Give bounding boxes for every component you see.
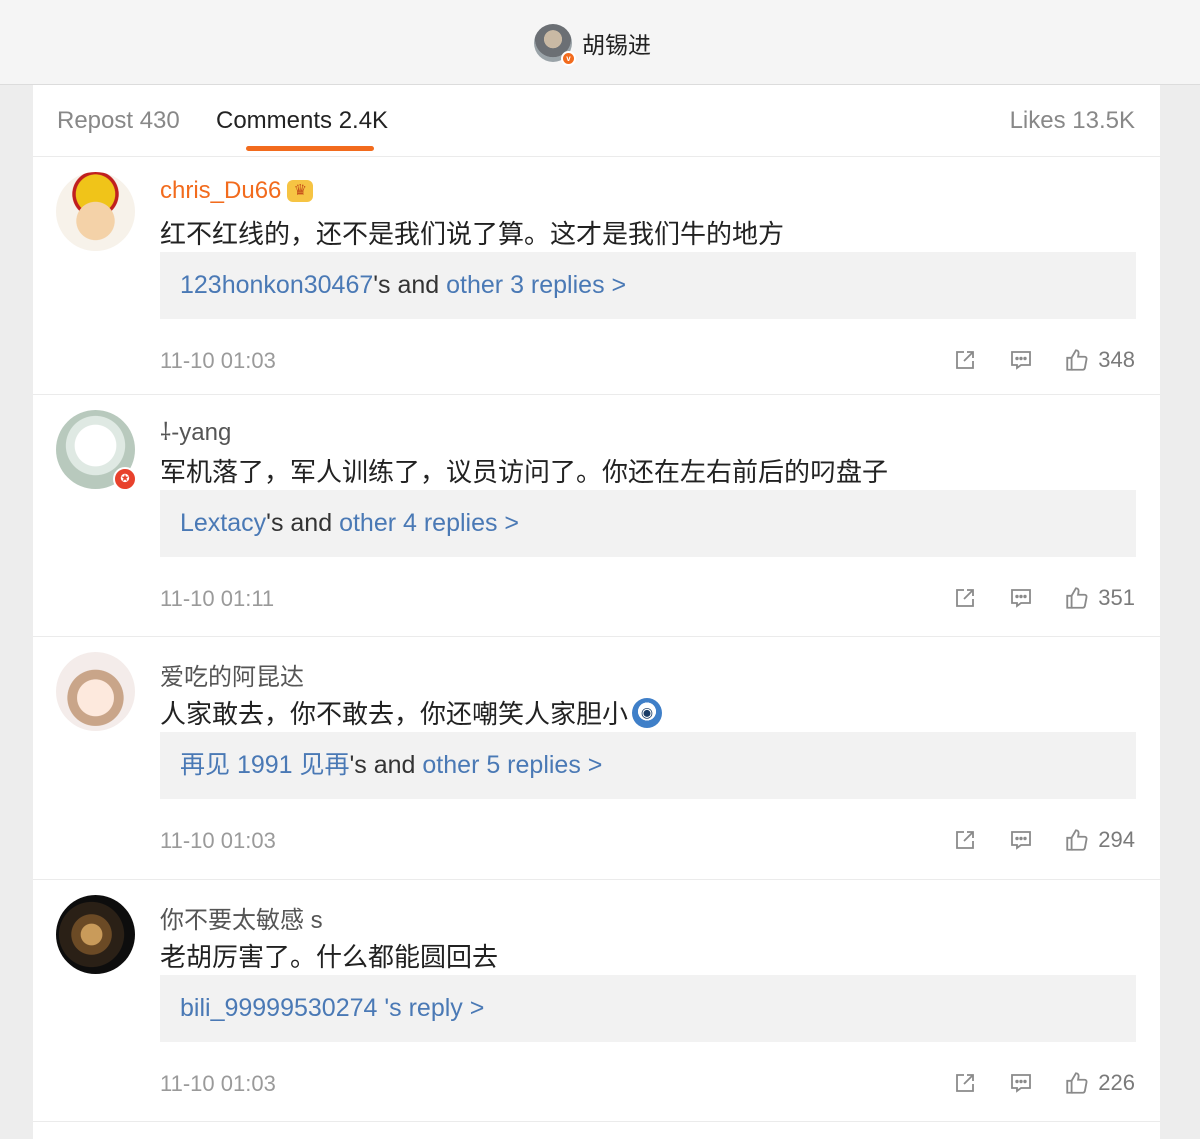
avatar[interactable]	[56, 652, 135, 731]
share-icon[interactable]	[948, 345, 982, 375]
reply-user-link[interactable]: bili_99999530274	[180, 994, 377, 1022]
replies-preview[interactable]: bili_99999530274 's reply >	[160, 975, 1136, 1042]
author-avatar[interactable]: v	[534, 24, 576, 66]
comment-time: 11-10 01:03	[160, 828, 276, 853]
like-count: 348	[1098, 347, 1135, 372]
more-replies-link[interactable]: other 4 replies >	[339, 509, 519, 537]
comment-icon[interactable]	[1004, 1068, 1038, 1098]
reply-user-link[interactable]: 123honkon30467	[180, 271, 373, 299]
reply-connector: 's and	[373, 271, 447, 299]
comment-item: ✪ ⸸-yang 军机落了，军人训练了，议员访问了。你还在左右前后的叼盘子 Le…	[33, 395, 1160, 637]
comment-username[interactable]: ⸸-yang	[160, 415, 231, 448]
replies-preview[interactable]: 再见 1991 见再's and other 5 replies >	[160, 732, 1136, 799]
comment-item: 你不要太敏感 s 老胡厉害了。什么都能圆回去 bili_99999530274 …	[33, 880, 1160, 1122]
thumbs-up-icon[interactable]	[1060, 825, 1094, 855]
comment-username[interactable]: chris_Du66 ♛	[160, 177, 314, 205]
comment-text: 红不红线的，还不是我们说了算。这才是我们牛的地方	[160, 220, 785, 250]
comment-actions: 348	[926, 345, 1135, 375]
comment-actions: 226	[926, 1068, 1135, 1098]
post-author[interactable]: v 胡锡进	[534, 24, 651, 66]
reply-user-link[interactable]: 再见 1991 见再	[180, 751, 350, 779]
comment-time: 11-10 01:11	[160, 586, 275, 611]
reply-connector: 's and	[349, 751, 423, 779]
more-replies-link[interactable]: other 5 replies >	[422, 751, 602, 779]
more-replies-link[interactable]: other 3 replies >	[446, 271, 626, 299]
comment-actions: 294	[926, 825, 1135, 855]
username-text[interactable]: ⸸-yang	[160, 415, 231, 448]
share-icon[interactable]	[948, 825, 982, 855]
username-text[interactable]: 你不要太敏感 s	[160, 900, 323, 935]
top-bar: v 胡锡进	[0, 0, 1200, 85]
author-name[interactable]: 胡锡进	[582, 26, 651, 60]
thumbs-up-icon[interactable]	[1060, 1068, 1094, 1098]
verified-badge-icon: v	[561, 51, 576, 66]
thumbs-up-icon[interactable]	[1060, 345, 1094, 375]
tab-likes[interactable]: Likes 13.5K	[1010, 107, 1135, 135]
share-icon[interactable]	[948, 1068, 982, 1098]
avatar[interactable]	[56, 895, 135, 974]
comments-card: Repost 430 Comments 2.4K Likes 13.5K chr…	[33, 85, 1160, 1139]
avatar[interactable]: ✪	[56, 410, 137, 491]
comment-text: 老胡厉害了。什么都能圆回去	[160, 943, 499, 973]
comment-body: 人家敢去，你不敢去，你还嘲笑人家胆小	[160, 700, 629, 730]
thumbs-up-icon[interactable]	[1060, 583, 1094, 613]
tab-repost[interactable]: Repost 430	[57, 107, 180, 135]
avatar[interactable]	[56, 172, 135, 251]
reply-connector: 's and	[266, 509, 340, 537]
comment-text: 军机落了，军人训练了，议员访问了。你还在左右前后的叼盘子	[160, 458, 889, 488]
replies-preview[interactable]: Lextacy's and other 4 replies >	[160, 490, 1136, 557]
like-count: 351	[1098, 585, 1135, 610]
comment-time: 11-10 01:03	[160, 348, 276, 373]
comment-username[interactable]: 爱吃的阿昆达	[160, 657, 304, 692]
comment-actions: 351	[926, 583, 1135, 613]
tab-comments[interactable]: Comments 2.4K	[216, 107, 388, 135]
active-tab-indicator	[246, 146, 374, 151]
comment-icon[interactable]	[1004, 825, 1038, 855]
star-badge-icon: ✪	[113, 467, 137, 491]
comment-icon[interactable]	[1004, 345, 1038, 375]
reply-user-link[interactable]: Lextacy	[180, 509, 266, 537]
comment-time: 11-10 01:03	[160, 1071, 276, 1096]
comment-text: 人家敢去，你不敢去，你还嘲笑人家胆小 ◉	[160, 694, 663, 731]
username-text[interactable]: chris_Du66	[160, 177, 281, 205]
username-text[interactable]: 爱吃的阿昆达	[160, 657, 304, 692]
comment-item: 爱吃的阿昆达 人家敢去，你不敢去，你还嘲笑人家胆小 ◉ 再见 1991 见再's…	[33, 637, 1160, 880]
more-replies-link[interactable]: 's reply >	[384, 994, 484, 1022]
crown-icon: ♛	[287, 180, 314, 202]
share-icon[interactable]	[948, 583, 982, 613]
like-count: 226	[1098, 1070, 1135, 1095]
scared-face-emoji: ◉	[632, 697, 663, 728]
replies-preview[interactable]: 123honkon30467's and other 3 replies >	[160, 252, 1136, 319]
comment-username[interactable]: 你不要太敏感 s	[160, 900, 323, 935]
like-count: 294	[1098, 827, 1135, 852]
comment-item: chris_Du66 ♛ 红不红线的，还不是我们说了算。这才是我们牛的地方 12…	[33, 157, 1160, 395]
comment-icon[interactable]	[1004, 583, 1038, 613]
tab-bar: Repost 430 Comments 2.4K Likes 13.5K	[33, 85, 1160, 157]
